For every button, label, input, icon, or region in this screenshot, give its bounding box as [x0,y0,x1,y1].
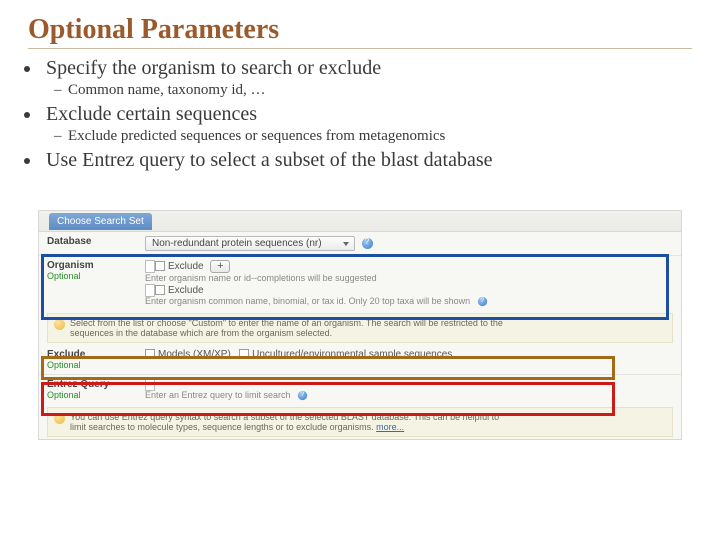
organism-info-line2: sequences in the database which are from… [70,328,666,338]
help-icon[interactable] [362,238,373,249]
entrez-hint: Enter an Entrez query to limit search [145,390,291,400]
search-set-panel: Choose Search Set Database Non-redundant… [38,210,682,440]
bullet-1-sub: Common name, taxonomy id, … [54,82,692,99]
organism-hint-1: Enter organism name or id--completions w… [145,273,673,283]
database-dropdown[interactable]: Non-redundant protein sequences (nr) [145,236,355,251]
panel-tabbar: Choose Search Set [39,210,681,232]
entrez-info-line2: limit searches to molecule types, sequen… [70,422,374,432]
models-checkbox[interactable] [145,349,155,359]
bullet-3: Use Entrez query to select a subset of t… [42,149,692,172]
title-rule [28,48,692,49]
models-label: Models (XM/XP) [158,349,231,360]
row-database: Database Non-redundant protein sequences… [39,232,681,255]
organism-hint-2: Enter organism common name, binomial, or… [145,296,470,306]
help-icon[interactable] [298,391,307,400]
exclude-checkbox-2[interactable] [155,285,165,295]
organism-info: Select from the list or choose "Custom" … [47,313,673,343]
label-database: Database [47,236,137,247]
help-icon[interactable] [477,297,486,306]
label-exclude: Exclude [47,349,85,360]
label-entrez: Entrez Query [47,379,109,390]
row-entrez: Entrez Query Optional Enter an Entrez qu… [39,374,681,405]
exclude-label-2: Exclude [168,285,204,296]
tab-choose-search-set[interactable]: Choose Search Set [49,213,152,230]
uncultured-checkbox[interactable] [239,349,249,359]
bullet-1: Specify the organism to search or exclud… [42,57,692,80]
label-exclude-optional: Optional [47,360,137,370]
bullet-list: Specify the organism to search or exclud… [42,57,692,80]
exclude-label-1: Exclude [168,261,204,272]
exclude-checkbox-1[interactable] [155,261,165,271]
row-exclude: Exclude Optional Models (XM/XP) Uncultur… [39,345,681,374]
organism-input-1[interactable] [145,260,155,273]
add-organism-button[interactable]: + [210,260,230,273]
uncultured-label: Uncultured/environmental sample sequence… [252,349,452,360]
row-organism: Organism Optional Exclude + Enter organi… [39,255,681,311]
label-entrez-optional: Optional [47,390,137,400]
organism-info-line1: Select from the list or choose "Custom" … [70,318,666,328]
bullet-2-sub: Exclude predicted sequences or sequences… [54,128,692,145]
entrez-info-line1: You can use Entrez query syntax to searc… [70,412,499,422]
entrez-info: You can use Entrez query syntax to searc… [47,407,673,437]
bullet-2: Exclude certain sequences [42,103,692,126]
label-organism: Organism [47,260,94,271]
slide-title: Optional Parameters [28,14,692,46]
more-link[interactable]: more... [376,422,404,432]
label-organism-optional: Optional [47,271,137,281]
